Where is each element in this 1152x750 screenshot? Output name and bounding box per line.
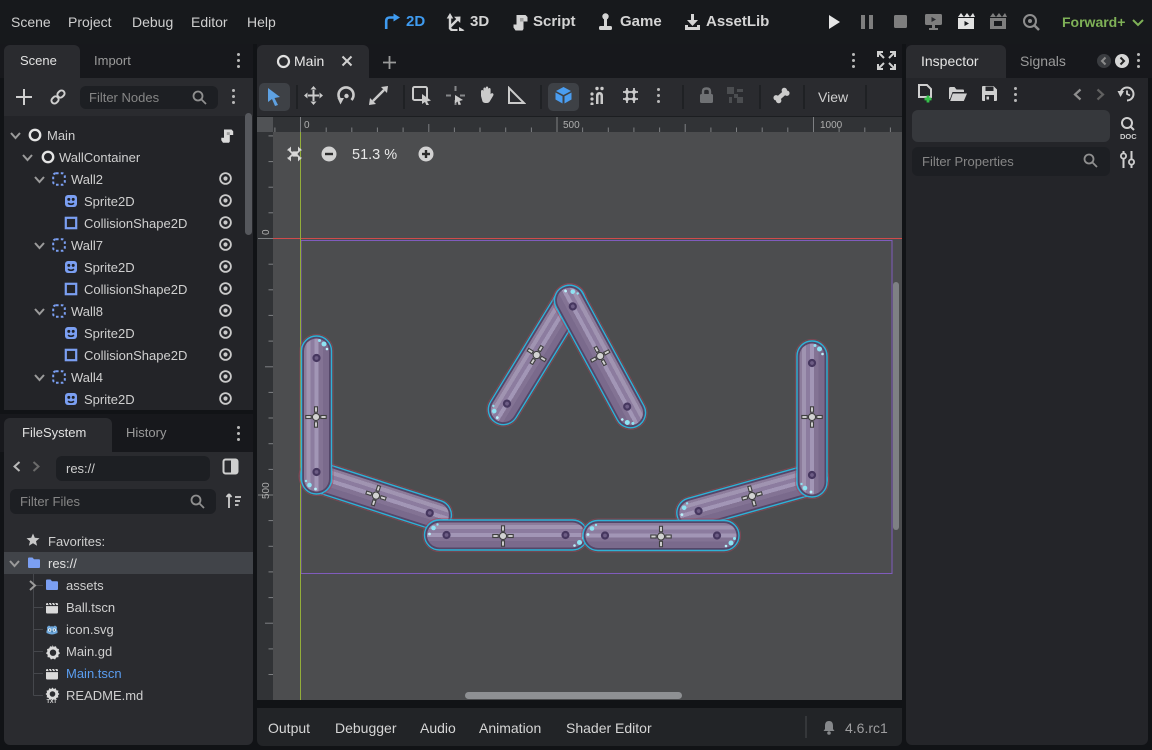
svg-text:500: 500 xyxy=(563,120,580,131)
svg-text:DOC: DOC xyxy=(1120,132,1137,140)
svg-text:0: 0 xyxy=(304,120,310,131)
svg-text:500: 500 xyxy=(261,482,272,499)
svg-text:0: 0 xyxy=(261,229,272,235)
svg-text:1000: 1000 xyxy=(820,120,843,131)
svg-text:51.3 %: 51.3 % xyxy=(352,147,397,163)
